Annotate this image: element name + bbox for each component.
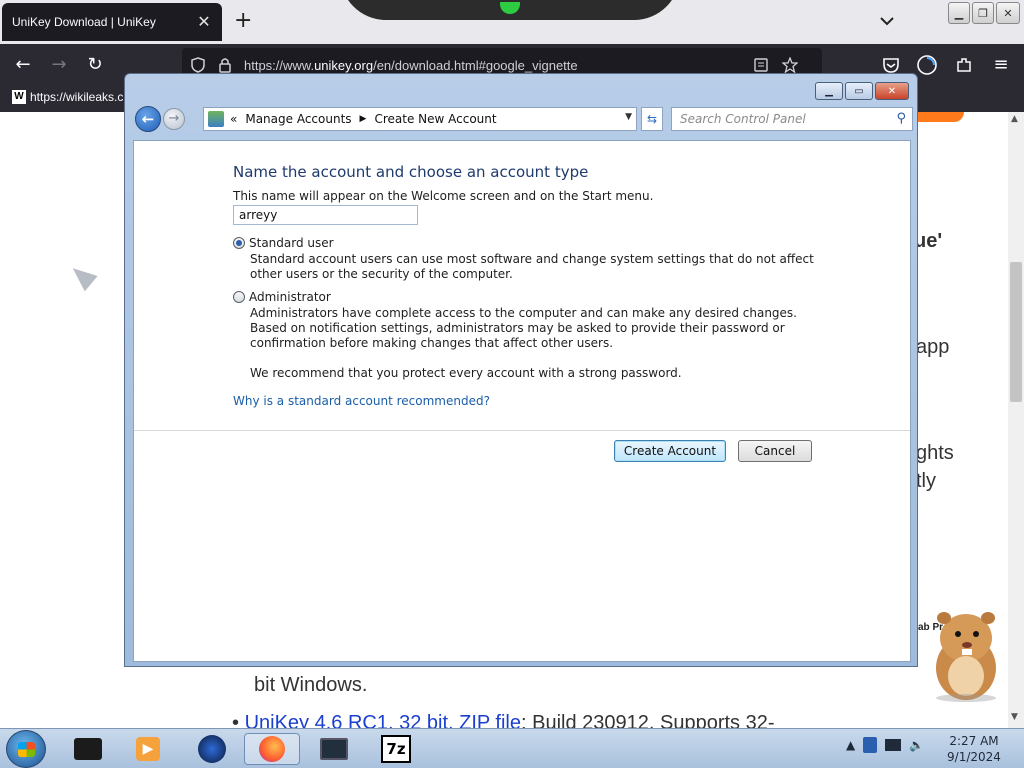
- search-placeholder: Search Control Panel: [680, 112, 806, 126]
- close-tab-icon[interactable]: ✕: [196, 12, 212, 32]
- hamster-mascot-icon: [936, 612, 996, 702]
- orange-banner: [912, 112, 964, 122]
- reload-icon[interactable]: ↻: [84, 54, 106, 76]
- cancel-button[interactable]: Cancel: [738, 440, 812, 462]
- tray-security-icon[interactable]: [863, 737, 878, 753]
- cp-content-pane: Name the account and choose an account t…: [133, 140, 911, 662]
- reader-view-icon[interactable]: [754, 58, 768, 72]
- cp-refresh-icon[interactable]: ⇆: [641, 107, 663, 131]
- page-scrollbar[interactable]: ▲ ▼: [1008, 112, 1024, 728]
- pocket-icon[interactable]: [882, 56, 900, 74]
- administrator-label: Administrator: [249, 290, 331, 304]
- taskbar-7zip-icon[interactable]: 7z: [380, 733, 412, 765]
- control-panel-icon: [208, 111, 224, 127]
- theme-decoration: [340, 0, 680, 20]
- tray-display-icon[interactable]: [885, 739, 902, 751]
- cp-address-bar[interactable]: « Manage Accounts ▶ Create New Account ▼: [203, 107, 637, 131]
- page-text-fragment: ue': [914, 230, 943, 252]
- search-icon[interactable]: ⚲: [896, 111, 906, 126]
- divider: [134, 430, 910, 431]
- password-recommendation-text: We recommend that you protect every acco…: [250, 366, 682, 380]
- start-button[interactable]: [6, 730, 46, 768]
- cp-window-controls: ▁ ▭ ✕: [815, 82, 909, 100]
- cp-navigation-bar: ← → « Manage Accounts ▶ Create New Accou…: [133, 104, 913, 134]
- url-text: https://www.unikey.org/en/download.html#…: [244, 58, 578, 73]
- taskbar-globe-icon[interactable]: [196, 733, 228, 765]
- create-account-button[interactable]: Create Account: [614, 440, 726, 462]
- window-controls: ▁ ❐ ✕: [948, 2, 1020, 24]
- wikileaks-favicon-icon: W: [12, 90, 26, 104]
- page-title: Name the account and choose an account t…: [233, 163, 589, 181]
- lock-icon[interactable]: [218, 57, 232, 73]
- create-account-window: ▁ ▭ ✕ ← → « Manage Accounts ▶ Create New…: [124, 73, 918, 667]
- standard-user-option[interactable]: Standard user: [233, 236, 334, 250]
- page-text-fragment: tly: [916, 470, 936, 492]
- address-dropdown-icon[interactable]: ▼: [625, 112, 632, 122]
- taskbar-control-panel-icon[interactable]: [318, 733, 350, 765]
- bookmark-label: https://wikileaks.c: [30, 90, 124, 104]
- close-window-icon[interactable]: ✕: [996, 2, 1020, 24]
- page-text-fragment: bit Windows.: [254, 674, 368, 696]
- tab-title: UniKey Download | UniKey: [12, 15, 156, 29]
- breadcrumb-overflow[interactable]: «: [230, 112, 237, 126]
- theme-gem: [500, 2, 520, 14]
- account-name-input[interactable]: [233, 205, 418, 225]
- tray-expand-icon[interactable]: ▲: [846, 738, 855, 752]
- administrator-option[interactable]: Administrator: [233, 290, 331, 304]
- breadcrumb-create-new-account[interactable]: Create New Account: [374, 112, 496, 126]
- cp-forward-arrow-icon[interactable]: →: [163, 108, 185, 130]
- bookmark-wikileaks[interactable]: W https://wikileaks.c: [12, 90, 123, 104]
- new-tab-button[interactable]: +: [234, 10, 252, 32]
- back-arrow-icon[interactable]: ←: [12, 54, 34, 76]
- administrator-description: Administrators have complete access to t…: [250, 306, 797, 350]
- forward-arrow-icon[interactable]: →: [48, 54, 70, 76]
- why-standard-account-link[interactable]: Why is a standard account recommended?: [233, 394, 490, 408]
- cp-close-icon[interactable]: ✕: [875, 82, 909, 100]
- account-icon[interactable]: [916, 54, 938, 76]
- standard-user-description: Standard account users can use most soft…: [250, 252, 814, 281]
- cp-search-input[interactable]: Search Control Panel ⚲: [671, 107, 913, 131]
- system-tray: ▲ 🔈: [846, 737, 924, 753]
- browser-tab-unikey[interactable]: UniKey Download | UniKey ✕: [2, 3, 222, 41]
- clock-time: 2:27 AM: [949, 734, 999, 748]
- taskbar-firefox-icon[interactable]: [244, 733, 300, 765]
- page-text-fragment: app: [916, 336, 950, 358]
- extensions-icon[interactable]: [955, 56, 973, 74]
- tray-volume-icon[interactable]: 🔈: [909, 738, 924, 752]
- browser-tab-bar: UniKey Download | UniKey ✕ + ▁ ❐ ✕: [0, 0, 1024, 44]
- cp-maximize-icon[interactable]: ▭: [845, 82, 873, 100]
- minimize-icon[interactable]: ▁: [948, 2, 970, 24]
- shield-icon[interactable]: [190, 57, 206, 73]
- standard-user-label: Standard user: [249, 236, 334, 250]
- scrollbar-thumb[interactable]: [1010, 262, 1022, 402]
- restore-icon[interactable]: ❐: [972, 2, 994, 24]
- name-hint-text: This name will appear on the Welcome scr…: [233, 189, 654, 203]
- administrator-radio[interactable]: [233, 291, 245, 303]
- taskbar-app-media-icon[interactable]: [72, 733, 104, 765]
- taskbar-clock[interactable]: 2:27 AM 9/1/2024: [944, 733, 1004, 765]
- menu-icon[interactable]: ≡: [990, 54, 1012, 76]
- cp-minimize-icon[interactable]: ▁: [815, 82, 843, 100]
- windows-logo-icon: [18, 742, 35, 757]
- star-bookmark-icon[interactable]: [782, 57, 798, 73]
- page-text-fragment: ghts: [916, 442, 954, 464]
- breadcrumb-separator-icon[interactable]: ▶: [360, 114, 367, 124]
- taskbar: ▶ 7z ▲ 🔈 2:27 AM 9/1/2024: [0, 728, 1024, 768]
- taskbar-media-player-icon[interactable]: ▶: [132, 733, 164, 765]
- cp-back-arrow-icon[interactable]: ←: [135, 106, 161, 132]
- chevron-down-icon[interactable]: [878, 12, 896, 30]
- breadcrumb-manage-accounts[interactable]: Manage Accounts: [245, 112, 351, 126]
- clock-date: 9/1/2024: [947, 750, 1001, 764]
- standard-user-radio[interactable]: [233, 237, 245, 249]
